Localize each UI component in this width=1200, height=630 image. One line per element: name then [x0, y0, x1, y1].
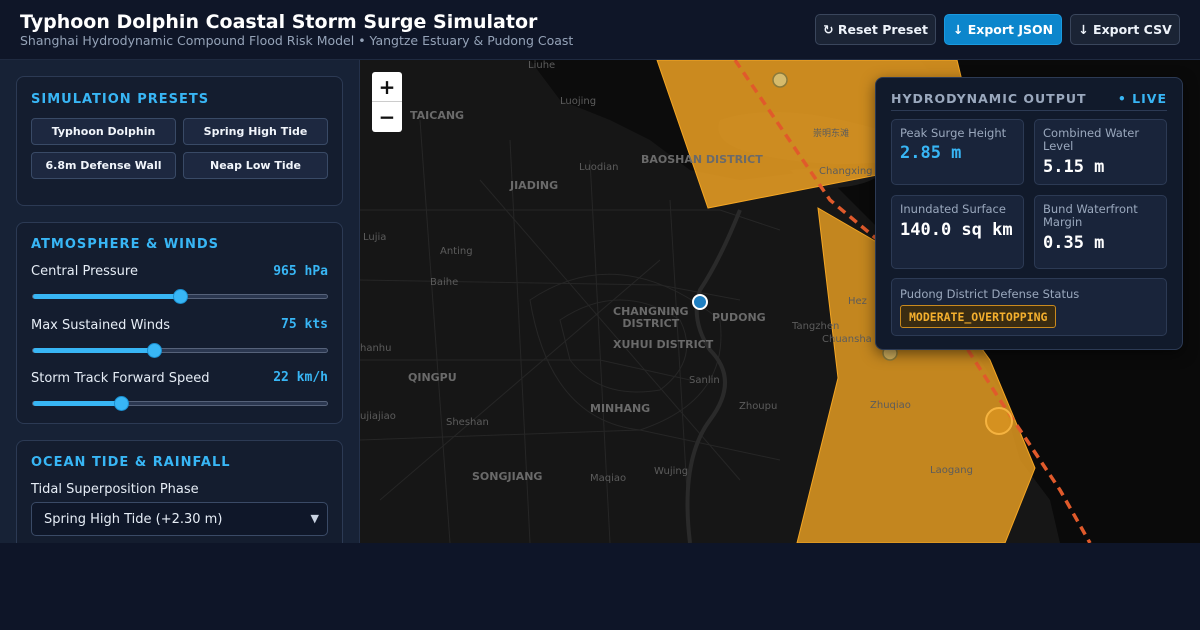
output-title: HYDRODYNAMIC OUTPUT	[891, 91, 1087, 106]
app-header: Typhoon Dolphin Coastal Storm Surge Simu…	[0, 0, 1200, 60]
map-label-qingpu: QINGPU	[408, 371, 457, 384]
combined-water-level-stat: Combined Water Level 5.15 m	[1034, 119, 1167, 185]
tidal-phase-selected: Spring High Tide (+2.30 m)	[44, 511, 223, 527]
slider-thumb[interactable]	[173, 289, 188, 304]
stat-label: Combined Water Level	[1043, 126, 1140, 153]
stat-value: 0.35 m	[1043, 233, 1105, 253]
map-label-taicang: TAICANG	[410, 109, 465, 122]
slider-fill	[33, 401, 122, 406]
control-sidebar: SIMULATION PRESETS Typhoon Dolphin Sprin…	[0, 60, 360, 543]
central-pressure-label: Central Pressure	[31, 264, 138, 279]
tidal-phase-label: Tidal Superposition Phase	[31, 482, 199, 497]
storm-center-icon[interactable]	[985, 407, 1013, 435]
stat-label: Peak Surge Height	[900, 126, 1007, 140]
atmosphere-card: ATMOSPHERE & WINDS Central Pressure 965 …	[16, 222, 343, 424]
map-label-baihe: Baihe	[430, 277, 459, 288]
presets-title: SIMULATION PRESETS	[31, 92, 210, 107]
output-divider	[891, 110, 1167, 111]
app-subtitle: Shanghai Hydrodynamic Compound Flood Ris…	[20, 33, 574, 48]
map-label-heqing: Hez	[848, 296, 867, 307]
map-label-wujing: Wujing	[654, 466, 689, 477]
map-label-songjiang: SONGJIANG	[472, 470, 543, 483]
map-label-lujia: Lujia	[363, 232, 387, 243]
map-label-maqiao: Maqiao	[590, 473, 627, 484]
live-indicator: • LIVE	[1117, 91, 1167, 106]
map-label-changxing: Changxing	[819, 166, 873, 177]
map-label-zhanhu: hanhu	[360, 343, 392, 354]
map-label-xuhui: XUHUI DISTRICT	[613, 338, 714, 351]
max-winds-value: 75 kts	[281, 317, 328, 332]
zoom-in-button[interactable]: +	[372, 72, 402, 102]
max-winds-slider[interactable]	[32, 343, 328, 358]
slider-fill	[33, 348, 154, 353]
stat-label: Bund Waterfront Margin	[1043, 202, 1138, 229]
preset-neap-low-tide-button[interactable]: Neap Low Tide	[183, 152, 328, 179]
forward-speed-value: 22 km/h	[273, 370, 328, 385]
track-node-icon[interactable]	[772, 72, 788, 88]
map-label-tangzhen: Tangzhen	[792, 321, 840, 332]
preset-typhoon-dolphin-button[interactable]: Typhoon Dolphin	[31, 118, 176, 145]
map-label-sanlin: Sanlin	[689, 375, 720, 386]
map-label-sheshan: Sheshan	[446, 417, 489, 428]
defense-status-box: Pudong District Defense Status MODERATE_…	[891, 278, 1167, 336]
map-label-pudong: PUDONG	[712, 311, 766, 324]
map-label-luojing: Luojing	[560, 96, 597, 107]
central-pressure-value: 965 hPa	[273, 264, 328, 279]
map-label-zhujiajiao: ujiajiao	[360, 411, 396, 422]
stat-value: 5.15 m	[1043, 157, 1105, 177]
bund-margin-stat: Bund Waterfront Margin 0.35 m	[1034, 195, 1167, 269]
defense-status-label: Pudong District Defense Status	[900, 287, 1080, 301]
map-label-zhuqiao: Zhuqiao	[870, 400, 911, 411]
map-label-baoshan: BAOSHAN DISTRICT	[641, 153, 763, 166]
map-label-changning: CHANGNING DISTRICT	[613, 305, 689, 330]
central-pressure-slider[interactable]	[32, 289, 328, 304]
chevron-down-icon: ▼	[310, 512, 319, 525]
reset-preset-button[interactable]: ↻ Reset Preset	[815, 14, 936, 45]
map-label-liuhe: Liuhe	[528, 60, 556, 71]
max-winds-label: Max Sustained Winds	[31, 318, 171, 333]
peak-surge-stat: Peak Surge Height 2.85 m	[891, 119, 1024, 185]
inundated-surface-stat: Inundated Surface 140.0 sq km	[891, 195, 1024, 269]
app-title: Typhoon Dolphin Coastal Storm Surge Simu…	[20, 11, 538, 33]
map-label-laogang: Laogang	[930, 465, 973, 476]
presets-card: SIMULATION PRESETS Typhoon Dolphin Sprin…	[16, 76, 343, 206]
map-label-chuansha: Chuansha	[822, 334, 872, 345]
zoom-out-button[interactable]: −	[372, 102, 402, 132]
preset-defense-wall-button[interactable]: 6.8m Defense Wall	[31, 152, 176, 179]
slider-thumb[interactable]	[146, 343, 162, 358]
stat-value: 140.0 sq km	[900, 220, 1013, 240]
map-label-anting: Anting	[440, 246, 473, 257]
stat-label: Inundated Surface	[900, 202, 1006, 216]
forward-speed-label: Storm Track Forward Speed	[31, 371, 210, 386]
export-json-button[interactable]: ↓ Export JSON	[944, 14, 1062, 45]
map-label-chongming: 崇明东滩	[813, 129, 850, 139]
slider-thumb[interactable]	[114, 396, 130, 411]
atmosphere-title: ATMOSPHERE & WINDS	[31, 237, 220, 252]
ocean-card: OCEAN TIDE & RAINFALL Tidal Superpositio…	[16, 440, 343, 543]
location-marker-icon[interactable]	[692, 294, 708, 310]
map-label-zhoupu: Zhoupu	[739, 401, 778, 412]
tidal-phase-select[interactable]: Spring High Tide (+2.30 m) ▼	[31, 502, 328, 536]
forward-speed-slider[interactable]	[32, 396, 328, 411]
zoom-control: + −	[372, 72, 402, 132]
slider-fill	[33, 294, 180, 299]
map-label-jiading: JIADING	[510, 179, 559, 192]
map-label-minhang: MINHANG	[590, 402, 651, 415]
export-csv-button[interactable]: ↓ Export CSV	[1070, 14, 1180, 45]
preset-spring-high-tide-button[interactable]: Spring High Tide	[183, 118, 328, 145]
hydrodynamic-output-panel: HYDRODYNAMIC OUTPUT • LIVE Peak Surge He…	[875, 77, 1183, 350]
stat-value: 2.85 m	[900, 143, 962, 163]
ocean-title: OCEAN TIDE & RAINFALL	[31, 455, 231, 470]
defense-status-badge: MODERATE_OVERTOPPING	[900, 305, 1057, 328]
map-label-luodian: Luodian	[579, 162, 619, 173]
